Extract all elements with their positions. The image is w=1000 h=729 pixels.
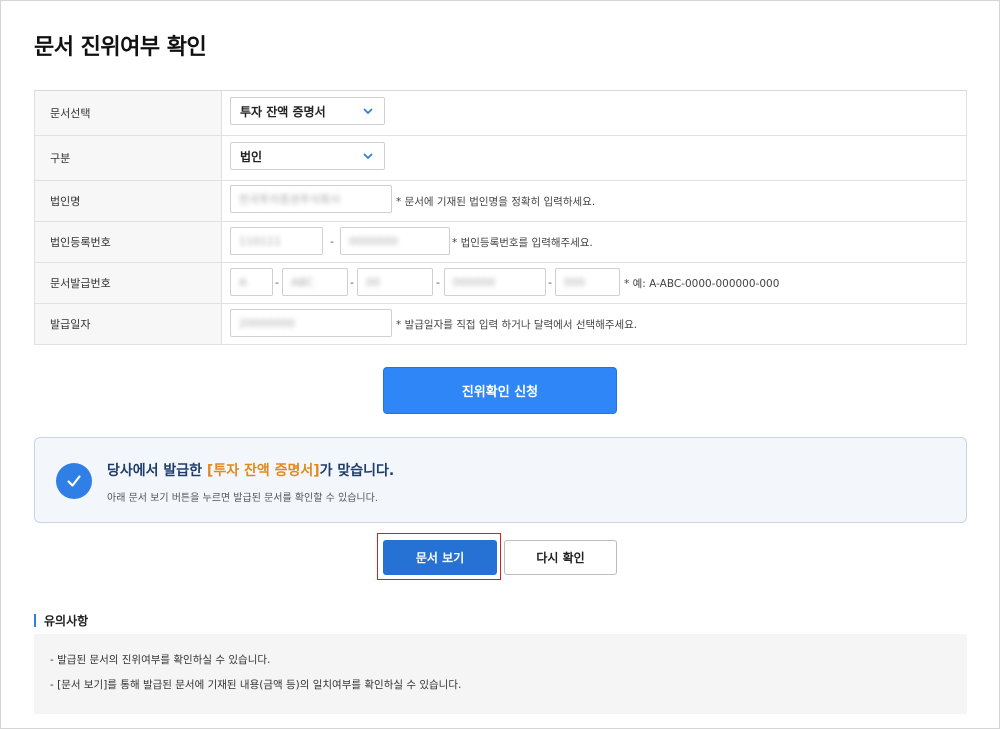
separator-dash: - [548, 276, 552, 289]
recheck-button[interactable]: 다시 확인 [504, 540, 617, 575]
corp-reg-no-label: 법인등록번호 [35, 222, 222, 262]
form-row-issue-date: 발급일자 20000000 * 발급일자를 직접 입력 하거나 달력에서 선택해… [34, 304, 967, 345]
corp-name-input[interactable]: 한국투자증권주식회사 [230, 185, 392, 213]
check-icon [56, 463, 92, 499]
verify-submit-button[interactable]: 진위확인 신청 [383, 367, 617, 414]
doc-issue-no-input-4[interactable]: 000000 [444, 268, 546, 296]
corp-reg-no-input-2[interactable]: 0000000 [340, 227, 450, 255]
result-title-suffix: 가 맞습니다. [319, 463, 395, 479]
issue-date-value: 20000000 [239, 316, 295, 330]
issue-date-hint: * 발급일자를 직접 입력 하거나 달력에서 선택해주세요. [396, 319, 638, 331]
corp-reg-no-value-1: 110111 [239, 234, 281, 248]
corp-name-label: 법인명 [35, 181, 222, 221]
verification-form: 문서선택 투자 잔액 증명서 구분 법인 법인명 한국투자증권주식회사 * 문서… [34, 90, 967, 345]
doc-select-dropdown[interactable]: 투자 잔액 증명서 [230, 97, 385, 125]
doc-issue-no-value-2: ABC [291, 275, 314, 289]
chevron-down-icon [363, 153, 373, 160]
corp-reg-no-input-1[interactable]: 110111 [230, 227, 323, 255]
result-title-prefix: 당사에서 발급한 [107, 463, 207, 479]
separator-dash: - [275, 276, 279, 289]
separator-dash: - [436, 276, 440, 289]
doc-issue-no-label: 문서발급번호 [35, 263, 222, 303]
view-document-button[interactable]: 문서 보기 [383, 540, 497, 575]
notice-box: - 발급된 문서의 진위여부를 확인하실 수 있습니다. - [문서 보기]를 … [34, 634, 967, 714]
doc-select-value: 투자 잔액 증명서 [240, 104, 326, 119]
form-row-category: 구분 법인 [34, 136, 967, 181]
result-doc-name: [투자 잔액 증명서] [206, 463, 320, 479]
notice-item: - 발급된 문서의 진위여부를 확인하실 수 있습니다. [50, 654, 271, 666]
doc-issue-no-hint: * 예: A-ABC-0000-000000-000 [624, 278, 780, 290]
category-dropdown[interactable]: 법인 [230, 142, 385, 170]
corp-name-value: 한국투자증권주식회사 [239, 193, 341, 206]
notice-heading: 유의사항 [34, 612, 88, 629]
doc-issue-no-value-3: 00 [366, 275, 380, 289]
page-frame: 문서 진위여부 확인 문서선택 투자 잔액 증명서 구분 법인 법인명 한국투자… [0, 0, 1000, 729]
form-row-corp-name: 법인명 한국투자증권주식회사 * 문서에 기재된 법인명을 정확히 입력하세요. [34, 181, 967, 222]
doc-issue-no-value-1: A [239, 275, 247, 289]
category-label: 구분 [35, 136, 222, 180]
doc-issue-no-input-3[interactable]: 00 [357, 268, 433, 296]
page-title: 문서 진위여부 확인 [34, 35, 207, 60]
issue-date-label: 발급일자 [35, 304, 222, 344]
result-subtitle: 아래 문서 보기 버튼을 누르면 발급된 문서를 확인할 수 있습니다. [107, 493, 378, 504]
notice-item: - [문서 보기]를 통해 발급된 문서에 기재된 내용(금액 등)의 일치여부… [50, 679, 462, 691]
doc-issue-no-value-4: 000000 [453, 275, 495, 289]
check-mark-icon [67, 475, 81, 487]
corp-name-hint: * 문서에 기재된 법인명을 정확히 입력하세요. [396, 196, 596, 208]
doc-issue-no-value-5: 000 [564, 275, 585, 289]
separator-dash: - [330, 235, 334, 248]
heading-bar [34, 614, 36, 627]
result-title: 당사에서 발급한 [투자 잔액 증명서]가 맞습니다. [107, 460, 394, 480]
chevron-down-icon [363, 108, 373, 115]
issue-date-input[interactable]: 20000000 [230, 309, 392, 337]
notice-heading-text: 유의사항 [44, 614, 89, 628]
doc-issue-no-input-5[interactable]: 000 [555, 268, 620, 296]
category-value: 법인 [240, 149, 263, 164]
doc-issue-no-input-2[interactable]: ABC [282, 268, 348, 296]
doc-issue-no-input-1[interactable]: A [230, 268, 273, 296]
corp-reg-no-value-2: 0000000 [349, 234, 398, 248]
form-row-corp-reg-no: 법인등록번호 110111 - 0000000 * 법인등록번호를 입력해주세요… [34, 222, 967, 263]
form-row-doc-select: 문서선택 투자 잔액 증명서 [34, 91, 967, 136]
form-row-doc-issue-no: 문서발급번호 A - ABC - 00 - 000000 - 000 * 예: … [34, 263, 967, 304]
doc-select-label: 문서선택 [35, 91, 222, 135]
separator-dash: - [350, 276, 354, 289]
verification-result-box: 당사에서 발급한 [투자 잔액 증명서]가 맞습니다. 아래 문서 보기 버튼을… [34, 437, 967, 523]
corp-reg-no-hint: * 법인등록번호를 입력해주세요. [452, 237, 593, 249]
